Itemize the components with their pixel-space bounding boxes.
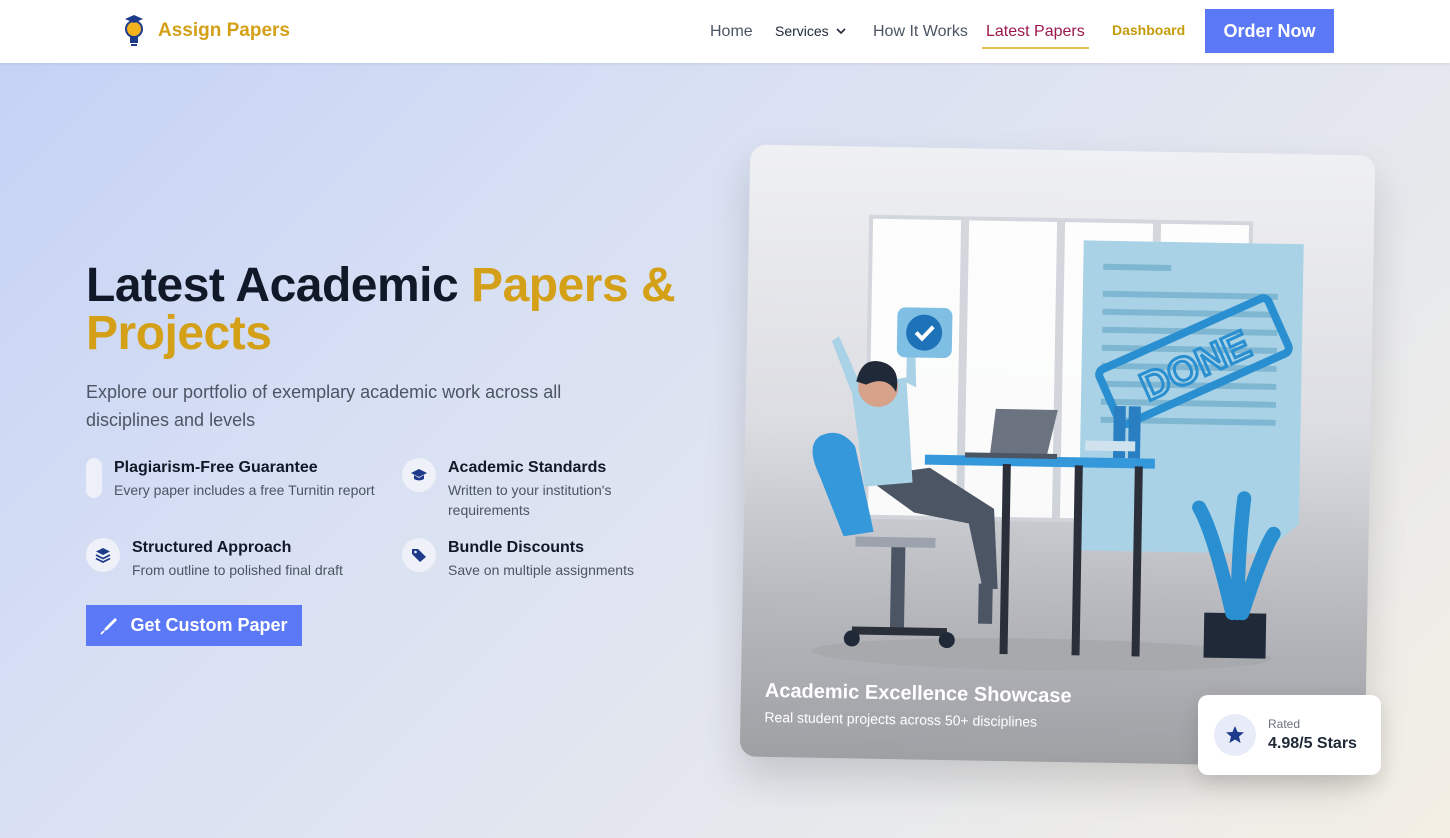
feature-title: Bundle Discounts [448,539,585,556]
hero-subtitle: Explore our portfolio of exemplary acade… [86,382,562,430]
done-document: DONE [1078,240,1304,554]
brand-name: Assign Papers [158,20,290,41]
rating-value: 4.98/5 Stars [1268,735,1357,752]
feature-desc: Every paper includes a free Turnitin rep… [114,482,375,498]
nav-how-it-works[interactable]: How It Works [873,23,968,41]
rating-badge: Rated 4.98/5 Stars [1198,695,1381,775]
graduation-cap-icon [402,458,436,492]
nav-home[interactable]: Home [710,23,753,41]
cta-label: Get Custom Paper [130,615,288,635]
get-custom-paper-button[interactable]: Get Custom Paper [86,605,302,646]
feature-title: Academic Standards [448,459,607,476]
nav-latest-papers[interactable]: Latest Papers [982,23,1089,49]
showcase-title: Academic Excellence Showcase [764,679,1072,708]
feature-title: Structured Approach [132,539,292,556]
order-now-button[interactable]: Order Now [1205,9,1334,53]
top-navbar: Assign Papers Home Services How It Works… [0,0,1450,63]
feature-bundle-discounts: Bundle Discounts Save on multiple assign… [402,538,672,580]
layers-icon [86,538,120,572]
star-icon [1214,714,1256,756]
showcase-caption: Academic Excellence Showcase Real studen… [764,680,1072,730]
page-title: Latest Academic Papers & Projects [86,262,726,358]
nav-services[interactable]: Services [775,23,847,39]
pen-nib-icon [100,617,118,635]
feature-desc: Written to your institution's requiremen… [448,482,612,518]
feature-plagiarism-free: Plagiarism-Free Guarantee Every paper in… [86,458,376,500]
rating-label: Rated [1268,717,1301,731]
feature-title: Plagiarism-Free Guarantee [114,459,318,476]
nav-dashboard[interactable]: Dashboard [1112,22,1185,38]
chevron-down-icon [836,28,846,35]
brand-logo-link[interactable]: Assign Papers [122,14,290,48]
blank-pill-icon [86,458,102,498]
tag-icon [402,538,436,572]
feature-academic-standards: Academic Standards Written to your insti… [402,458,672,520]
lightbulb-graduate-icon [125,15,143,46]
feature-desc: Save on multiple assignments [448,562,634,578]
office-illustration: DONE [811,214,1304,672]
nav-services-label: Services [775,23,829,39]
feature-structured-approach: Structured Approach From outline to poli… [86,538,386,580]
feature-desc: From outline to polished final draft [132,562,343,578]
showcase-card: DONE Academic Excellence Showcase Real s… [739,144,1376,768]
title-main: Latest Academic [86,259,472,312]
